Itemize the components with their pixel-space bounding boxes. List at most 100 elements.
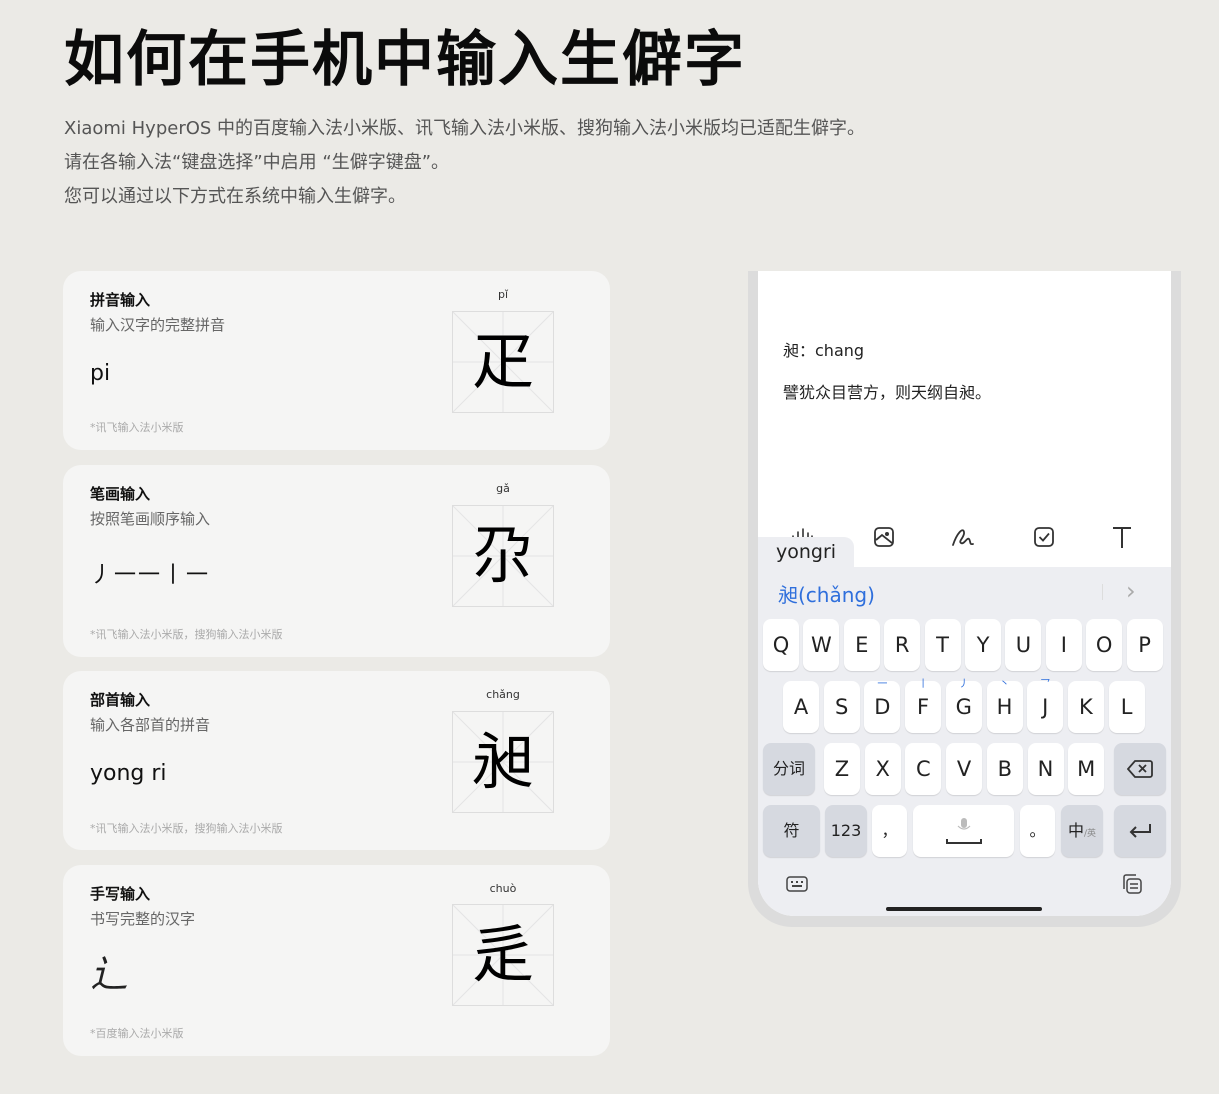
keyboard-switch-icon[interactable]	[785, 874, 809, 894]
card-example: yong ri	[90, 761, 167, 786]
key-z[interactable]: Z	[824, 743, 860, 795]
key-v[interactable]: V	[946, 743, 983, 795]
rare-character: 疋	[471, 325, 534, 398]
key-label: G	[955, 695, 972, 719]
intro-line-1: Xiaomi HyperOS 中的百度输入法小米版、讯飞输入法小米版、搜狗输入法…	[64, 118, 866, 139]
stroke-hint: 丨	[918, 679, 929, 690]
key-f[interactable]: 丨F	[905, 679, 942, 733]
key-m[interactable]: M	[1068, 743, 1105, 795]
key-p[interactable]: P	[1126, 619, 1163, 671]
lang-sub: /英	[1083, 829, 1097, 839]
char-pinyin: pǐ	[497, 288, 509, 301]
key-i[interactable]: I	[1045, 619, 1082, 671]
key-label: F	[917, 695, 930, 719]
card-title: 手写输入	[90, 885, 151, 903]
key-d[interactable]: 一D	[864, 679, 901, 733]
key-h[interactable]: 丶H	[986, 679, 1023, 733]
card-handwriting-input: 手写输入 书写完整的汉字 辶 *百度输入法小米版 chuò 辵	[63, 865, 610, 1056]
key-label: H	[996, 695, 1013, 719]
key-s[interactable]: S	[823, 681, 860, 733]
key-q[interactable]: Q	[763, 619, 799, 671]
key-label: J	[1042, 695, 1049, 719]
image-icon[interactable]	[870, 523, 898, 551]
card-stroke-input: 笔画输入 按照笔画顺序输入 丿一一丨一 *讯飞输入法小米版，搜狗输入法小米版 g…	[63, 465, 610, 657]
key-l[interactable]: L	[1108, 681, 1145, 733]
key-o[interactable]: O	[1086, 619, 1123, 671]
card-note: *讯飞输入法小米版，搜狗输入法小米版	[90, 628, 283, 641]
card-title: 部首输入	[90, 691, 151, 709]
candidate-word[interactable]: 昶(chǎng)	[778, 579, 875, 608]
composition-text: yongri	[776, 541, 837, 563]
rare-character: 辵	[471, 918, 534, 991]
card-note: *百度输入法小米版	[90, 1027, 184, 1040]
char-grid: 辵	[452, 904, 554, 1006]
key-u[interactable]: U	[1005, 619, 1042, 671]
text-icon[interactable]	[1108, 523, 1136, 551]
key-a[interactable]: A	[783, 681, 819, 733]
card-example: pi	[90, 361, 111, 386]
key-numbers[interactable]: 123	[825, 805, 867, 857]
note-text-line-2: 譬犹众目营方，则天纲自昶。	[783, 383, 992, 402]
phone-screen: 昶：chang 譬犹众目营方，则天纲自昶。 yongri 昶(chǎng) › …	[758, 271, 1171, 916]
key-c[interactable]: C	[905, 743, 942, 795]
key-k[interactable]: K	[1067, 681, 1104, 733]
key-x[interactable]: X	[864, 743, 901, 795]
key-symbols[interactable]: 符	[763, 805, 820, 857]
stroke-hint: 一	[877, 679, 888, 690]
card-description: 书写完整的汉字	[90, 910, 196, 928]
stroke-hint: 丶	[999, 679, 1010, 690]
key-label: D	[874, 695, 891, 719]
intro-text: Xiaomi HyperOS 中的百度输入法小米版、讯飞输入法小米版、搜狗输入法…	[64, 112, 865, 214]
backspace-icon	[1126, 760, 1153, 778]
key-w[interactable]: W	[803, 619, 840, 671]
phone-mockup: 昶：chang 譬犹众目营方，则天纲自昶。 yongri 昶(chǎng) › …	[748, 271, 1181, 927]
char-pinyin: chǎng	[486, 688, 520, 701]
key-segment[interactable]: 分词	[763, 743, 815, 795]
key-r[interactable]: R	[884, 619, 921, 671]
card-description: 输入汉字的完整拼音	[90, 316, 226, 334]
card-radical-input: 部首输入 输入各部首的拼音 yong ri *讯飞输入法小米版，搜狗输入法小米版…	[63, 671, 610, 850]
card-note: *讯飞输入法小米版，搜狗输入法小米版	[90, 822, 283, 835]
checkbox-icon[interactable]	[1030, 523, 1058, 551]
enter-icon	[1129, 824, 1151, 838]
card-title: 笔画输入	[90, 485, 151, 503]
char-grid: 昶	[452, 711, 554, 813]
rare-character: 昶	[471, 725, 534, 798]
clipboard-icon[interactable]	[1120, 872, 1144, 896]
card-note: *讯飞输入法小米版	[90, 421, 184, 434]
card-example: 辶	[90, 952, 129, 996]
card-description: 按照笔画顺序输入	[90, 510, 211, 528]
microphone-icon	[945, 818, 982, 844]
stroke-hint: 丿	[958, 679, 969, 690]
candidate-divider	[1102, 584, 1103, 600]
key-label: L	[1120, 695, 1133, 719]
key-b[interactable]: B	[986, 743, 1023, 795]
key-backspace[interactable]	[1114, 743, 1166, 795]
key-g[interactable]: 丿G	[945, 679, 982, 733]
key-period[interactable]: 。	[1020, 805, 1055, 857]
key-label: A	[793, 695, 809, 719]
key-t[interactable]: T	[924, 619, 961, 671]
lang-main: 中	[1067, 821, 1084, 840]
key-comma[interactable]: ，	[872, 805, 907, 857]
card-title: 拼音输入	[90, 291, 151, 309]
key-space[interactable]	[913, 805, 1014, 857]
intro-line-3: 您可以通过以下方式在系统中输入生僻字。	[64, 186, 406, 207]
note-text-line-1: 昶：chang	[783, 341, 865, 360]
key-y[interactable]: Y	[965, 619, 1001, 671]
char-pinyin: chuò	[489, 882, 517, 895]
card-pinyin-input: 拼音输入 输入汉字的完整拼音 pi *讯飞输入法小米版 pǐ 疋	[63, 271, 610, 450]
handwriting-icon[interactable]	[949, 523, 977, 551]
page-title: 如何在手机中输入生僻字	[64, 25, 746, 95]
note-editor[interactable]: 昶：chang 譬犹众目营方，则天纲自昶。	[758, 271, 1171, 507]
key-language-toggle[interactable]: 中/英	[1061, 805, 1103, 857]
key-label: K	[1079, 695, 1093, 719]
home-indicator	[886, 907, 1042, 911]
key-label: S	[835, 695, 849, 719]
key-j[interactable]: 乛J	[1027, 679, 1064, 733]
chevron-right-icon[interactable]: ›	[1126, 577, 1136, 605]
key-e[interactable]: E	[843, 619, 880, 671]
key-n[interactable]: N	[1027, 743, 1064, 795]
key-enter[interactable]	[1114, 805, 1166, 857]
char-grid: 尕	[452, 505, 554, 607]
